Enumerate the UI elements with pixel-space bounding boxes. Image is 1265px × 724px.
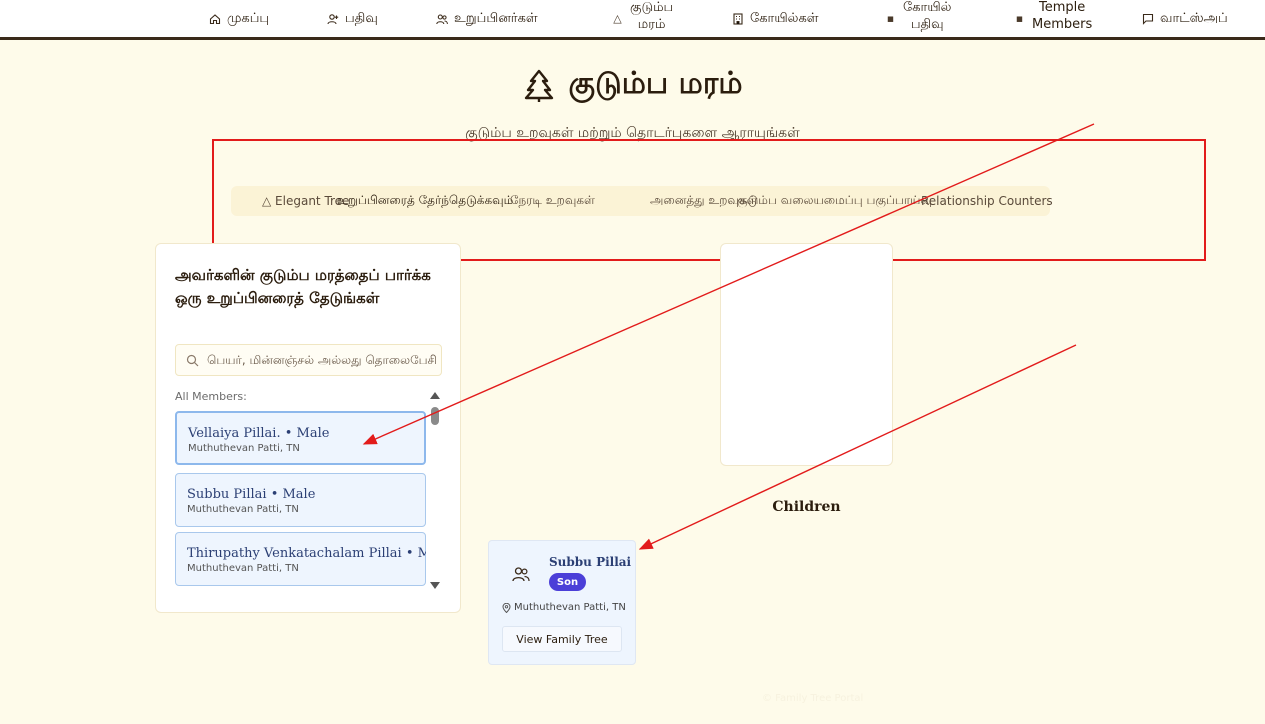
footer-text: © Family Tree Portal (762, 693, 864, 704)
selected-member-card (720, 243, 893, 466)
scroll-up-icon[interactable] (430, 392, 440, 399)
nav-whatsapp-label: வாட்ஸ்அப் (1160, 10, 1228, 26)
nav-members[interactable]: உறுப்பினர்கள் (436, 0, 538, 37)
search-box[interactable] (175, 344, 442, 376)
child-location-text: Muthuthevan Patti, TN (514, 602, 626, 613)
nav-temple-register-line1: கோயில் (903, 0, 952, 15)
nav-register[interactable]: பதிவு (327, 0, 378, 37)
nav-home[interactable]: முகப்பு (209, 0, 269, 37)
location-pin-icon (502, 602, 511, 613)
nav-temple-register[interactable]: ▪ கோயில் பதிவு (884, 0, 952, 37)
nav-family-tree-line1: குடும்ப (630, 0, 674, 15)
search-icon (186, 354, 199, 366)
nav-home-label: முகப்பு (227, 10, 270, 26)
member-name: Subbu Pillai • Male (187, 487, 316, 502)
member-name: Thirupathy Venkatachalam Pillai • Male (187, 546, 426, 561)
temple-icon: ▪ (886, 12, 895, 25)
tab-direct-relations[interactable]: நேரடி உறவுகள் (510, 186, 595, 216)
nav-temple-members-line1: Temple (1038, 0, 1086, 15)
member-search-panel: அவர்களின் குடும்ப மரத்தைப் பார்க்க ஒரு உ… (155, 243, 461, 613)
nav-temple-members[interactable]: ▪ Temple Members (1013, 0, 1092, 37)
nav-members-label: உறுப்பினர்கள் (454, 10, 538, 26)
tree-icon: △ (613, 12, 622, 25)
member-list-scrollbar[interactable] (430, 392, 440, 592)
panel-title: அவர்களின் குடும்ப மரத்தைப் பார்க்க ஒரு உ… (175, 266, 431, 307)
tab-select-member[interactable]: உறுப்பினரைத் தேர்ந்தெடுக்கவும் (337, 186, 513, 216)
nav-register-label: பதிவு (345, 10, 378, 26)
all-members-label: All Members: (175, 390, 247, 403)
tab-network-analysis[interactable]: குடும்ப வலையமைப்பு பகுப்பாய்வு (737, 186, 932, 216)
member-card[interactable]: Vellaiya Pillai. • Male Muthuthevan Patt… (175, 411, 426, 465)
users-icon (436, 13, 448, 24)
tree-icon (524, 69, 553, 102)
view-tabs: △ Elegant Tree உறுப்பினரைத் தேர்ந்தெடுக்… (231, 186, 1053, 216)
member-list: Vellaiya Pillai. • Male Muthuthevan Patt… (175, 411, 426, 594)
page-title-text: குடும்ப மரம் (568, 66, 743, 101)
nav-temples[interactable]: கோயில்கள் (732, 0, 819, 37)
scroll-down-icon[interactable] (430, 582, 440, 589)
member-card[interactable]: Thirupathy Venkatachalam Pillai • Male M… (175, 532, 426, 586)
users-icon (512, 567, 530, 582)
child-name: Subbu Pillai (549, 555, 632, 569)
member-location: Muthuthevan Patti, TN (187, 504, 299, 515)
chat-icon (1142, 13, 1154, 25)
temple-icon: ▪ (1015, 12, 1024, 25)
children-heading: Children (772, 499, 841, 515)
search-input[interactable] (207, 353, 441, 367)
nav-temple-register-line2: பதிவு (910, 16, 944, 32)
top-nav: முகப்பு பதிவு உறுப்பினர்கள் △ குடும்ப மர… (0, 0, 1265, 40)
relation-badge: Son (549, 573, 586, 591)
page-subtitle: குடும்ப உறவுகள் மற்றும் தொடர்புகளை ஆராயு… (465, 125, 800, 141)
child-location: Muthuthevan Patti, TN (502, 602, 626, 613)
nav-family-tree-line2: மரம் (637, 16, 666, 32)
user-plus-icon (327, 13, 339, 24)
nav-temple-members-line2: Members (1032, 16, 1093, 32)
building-icon (733, 12, 743, 25)
member-location: Muthuthevan Patti, TN (188, 443, 300, 454)
member-name: Vellaiya Pillai. • Male (188, 426, 330, 441)
nav-whatsapp[interactable]: வாட்ஸ்அப் (1142, 0, 1228, 37)
view-family-tree-button[interactable]: View Family Tree (502, 626, 622, 652)
scroll-thumb[interactable] (431, 407, 439, 425)
nav-temples-label: கோயில்கள் (750, 10, 819, 26)
nav-family-tree[interactable]: △ குடும்ப மரம் (611, 0, 673, 37)
home-icon (209, 13, 221, 24)
member-card[interactable]: Subbu Pillai • Male Muthuthevan Patti, T… (175, 473, 426, 527)
page-title: குடும்ப மரம் (0, 66, 1265, 105)
member-location: Muthuthevan Patti, TN (187, 563, 299, 574)
tab-relationship-counters[interactable]: Relationship Counters (921, 186, 1053, 216)
child-card: Subbu Pillai Son Muthuthevan Patti, TN V… (488, 540, 636, 665)
